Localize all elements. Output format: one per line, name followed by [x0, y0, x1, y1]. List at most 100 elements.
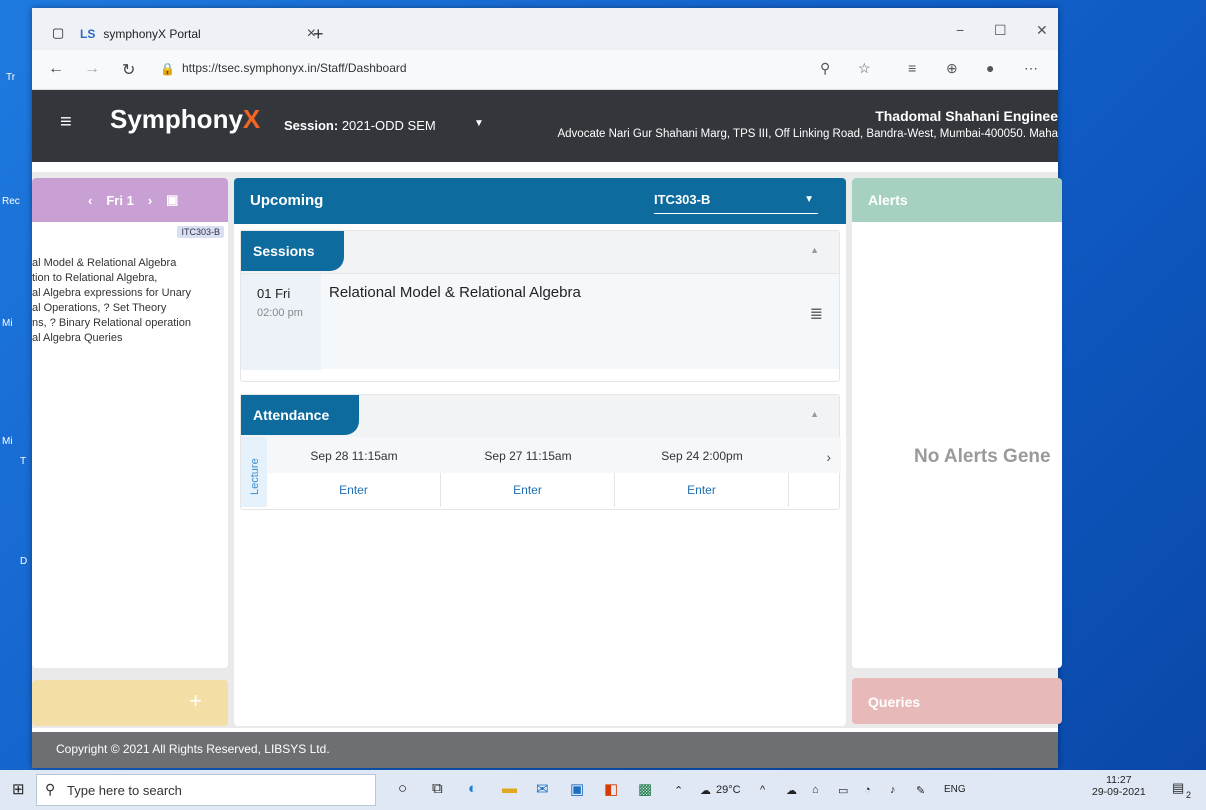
collections-icon[interactable]: ⊕: [946, 60, 958, 77]
store-icon[interactable]: ▣: [570, 780, 584, 798]
excel-icon[interactable]: ▩: [638, 780, 652, 798]
chevron-up-icon[interactable]: ^: [760, 784, 765, 796]
desktop-icon-label[interactable]: Tr: [6, 72, 15, 83]
weather-icon[interactable]: ☁: [700, 784, 711, 797]
enter-attendance-button[interactable]: Enter: [267, 473, 441, 507]
chevron-right-icon[interactable]: ›: [148, 193, 152, 208]
attendance-grid: Lecture Sep 28 11:15am Sep 27 11:15am Se…: [241, 437, 841, 507]
office-icon[interactable]: ◧: [604, 780, 618, 798]
taskbar: ⊞ ⚲ Type here to search ○ ⧉ ◐ ▬ ✉ ▣ ◧ ▩ …: [0, 770, 1206, 810]
lock-icon[interactable]: 🔒: [160, 62, 175, 76]
desktop-icon-label[interactable]: T: [20, 456, 26, 467]
onedrive-icon[interactable]: ☁: [786, 784, 797, 797]
calendar-icon[interactable]: ▣: [166, 192, 178, 208]
favorites-icon[interactable]: ≡: [908, 60, 916, 76]
institution-info: Thadomal Shahani Enginee Advocate Nari G…: [498, 108, 1058, 140]
session-selector[interactable]: Session: 2021-ODD SEM: [284, 118, 436, 133]
edge-icon[interactable]: ◐: [468, 780, 477, 797]
upcoming-panel: Upcoming ITC303-B ▼ Sessions ▲ 01 Fri 02:…: [234, 178, 846, 726]
chevron-left-icon[interactable]: ‹: [88, 193, 92, 208]
browser-tab[interactable]: ▢ LS symphonyX Portal ×: [44, 19, 316, 49]
desktop-icon-label[interactable]: D: [20, 556, 27, 567]
minimize-button[interactable]: −: [956, 22, 964, 38]
clock-date: 29-09-2021: [1092, 786, 1146, 798]
chevron-right-icon[interactable]: ›: [826, 449, 831, 465]
cortana-icon[interactable]: ○: [398, 780, 407, 797]
institution-name: Thadomal Shahani Enginee: [875, 108, 1058, 124]
enter-attendance-button[interactable]: Enter: [615, 473, 789, 507]
clock-time: 11:27: [1106, 774, 1132, 786]
mail-icon[interactable]: ✉: [536, 780, 549, 798]
file-explorer-icon[interactable]: ▬: [502, 780, 517, 797]
task-view-icon[interactable]: ⧉: [432, 780, 443, 797]
taskbar-search[interactable]: ⚲ Type here to search: [36, 774, 376, 806]
pen-icon[interactable]: ✎: [916, 784, 925, 797]
no-alerts-text: No Alerts Gene: [914, 446, 1051, 467]
desktop-icon-label[interactable]: Rec: [2, 196, 20, 207]
institution-address: Advocate Nari Gur Shahani Marg, TPS III,…: [557, 128, 1058, 140]
subject-select-value: ITC303-B: [654, 192, 711, 207]
session-time: 02:00 pm: [257, 307, 303, 319]
collapse-icon[interactable]: ▲: [810, 245, 819, 255]
windows-start-icon[interactable]: ⊞: [12, 780, 25, 798]
attendance-date: Sep 28 11:15am: [310, 449, 398, 463]
subject-select[interactable]: ITC303-B ▼: [654, 192, 818, 214]
caret-down-icon: ▼: [804, 194, 814, 205]
session-menu-icon[interactable]: ≣: [810, 304, 823, 324]
address-bar-row: ← → ↻ 🔒 https://tsec.symphonyx.in/Staff/…: [32, 50, 1058, 90]
attendance-title: Attendance: [241, 395, 360, 435]
key-icon[interactable]: ⚲: [820, 60, 830, 77]
menu-icon[interactable]: ≡: [60, 111, 72, 134]
notification-count: 2: [1186, 790, 1192, 800]
back-icon[interactable]: ←: [48, 60, 64, 78]
attendance-dates-row: Sep 28 11:15am Sep 27 11:15am Sep 24 2:0…: [267, 437, 841, 473]
attendance-card-header[interactable]: Attendance ▲: [241, 395, 839, 437]
calendar-header: ‹ Fri 1 › ▣: [32, 178, 228, 222]
refresh-icon[interactable]: ↻: [122, 60, 135, 80]
footer-copyright: Copyright © 2021 All Rights Reserved, LI…: [32, 732, 1058, 768]
add-button[interactable]: +: [189, 688, 202, 714]
clock[interactable]: 11:27 29-09-2021: [1092, 774, 1146, 798]
favorite-add-icon[interactable]: ☆: [858, 60, 871, 77]
volume-icon[interactable]: ♪: [890, 784, 896, 796]
sessions-title: Sessions: [241, 231, 345, 271]
attendance-date: Sep 24 2:00pm: [661, 449, 743, 463]
notification-center-icon[interactable]: ▤: [1172, 780, 1184, 796]
sessions-card-header[interactable]: Sessions ▲: [241, 231, 839, 273]
symphonyx-logo[interactable]: SymphonyX: [110, 104, 260, 135]
app-header: ≡ SymphonyX Session: 2021-ODD SEM ▼ Thad…: [32, 90, 1058, 162]
forward-icon[interactable]: →: [84, 60, 100, 78]
queries-panel[interactable]: Queries: [852, 678, 1062, 724]
collapse-icon[interactable]: ▲: [810, 409, 819, 419]
topic-line: al Model & Relational Algebra: [32, 257, 177, 269]
session-value: 2021-ODD SEM: [341, 118, 436, 133]
session-label: Session:: [284, 118, 339, 133]
browser-window: ▢ LS symphonyX Portal × + − ☐ ✕ ← → ↻ 🔒 …: [32, 8, 1062, 768]
more-menu-icon[interactable]: ⋯: [1024, 60, 1038, 77]
new-tab-button[interactable]: +: [313, 24, 324, 45]
session-item[interactable]: 01 Fri 02:00 pm Relational Model & Relat…: [241, 273, 839, 370]
desktop-icon-label[interactable]: Mi: [2, 436, 13, 447]
weather-temp[interactable]: 29°C: [716, 784, 741, 796]
profile-icon[interactable]: ●: [986, 60, 994, 76]
caret-down-icon[interactable]: ▼: [474, 118, 484, 129]
url-field[interactable]: https://tsec.symphonyx.in/Staff/Dashboar…: [182, 61, 407, 75]
topic-line: ns, ? Binary Relational operation: [32, 317, 191, 329]
language-indicator[interactable]: ENG: [944, 784, 966, 795]
desktop-icon-label[interactable]: Mi: [2, 318, 13, 329]
tab-title: symphonyX Portal: [103, 27, 201, 41]
tab-favicon: LS: [80, 27, 96, 41]
alerts-title: Alerts: [852, 178, 1062, 222]
enter-attendance-button[interactable]: Enter: [441, 473, 615, 507]
close-window-button[interactable]: ✕: [1036, 22, 1048, 39]
tray-overflow-icon[interactable]: ⌃: [674, 784, 683, 797]
battery-icon[interactable]: ▭: [838, 784, 848, 797]
session-title: Relational Model & Relational Algebra: [329, 284, 581, 301]
sessions-card: Sessions ▲ 01 Fri 02:00 pm Relational Mo…: [240, 230, 840, 382]
maximize-button[interactable]: ☐: [994, 22, 1007, 39]
topic-line: al Algebra Queries: [32, 332, 123, 344]
wifi-icon[interactable]: ◔: [864, 784, 871, 796]
network-icon[interactable]: ⌂: [812, 784, 819, 796]
tab-actions-icon[interactable]: ▢: [52, 25, 64, 41]
session-date: 01 Fri: [257, 286, 291, 301]
